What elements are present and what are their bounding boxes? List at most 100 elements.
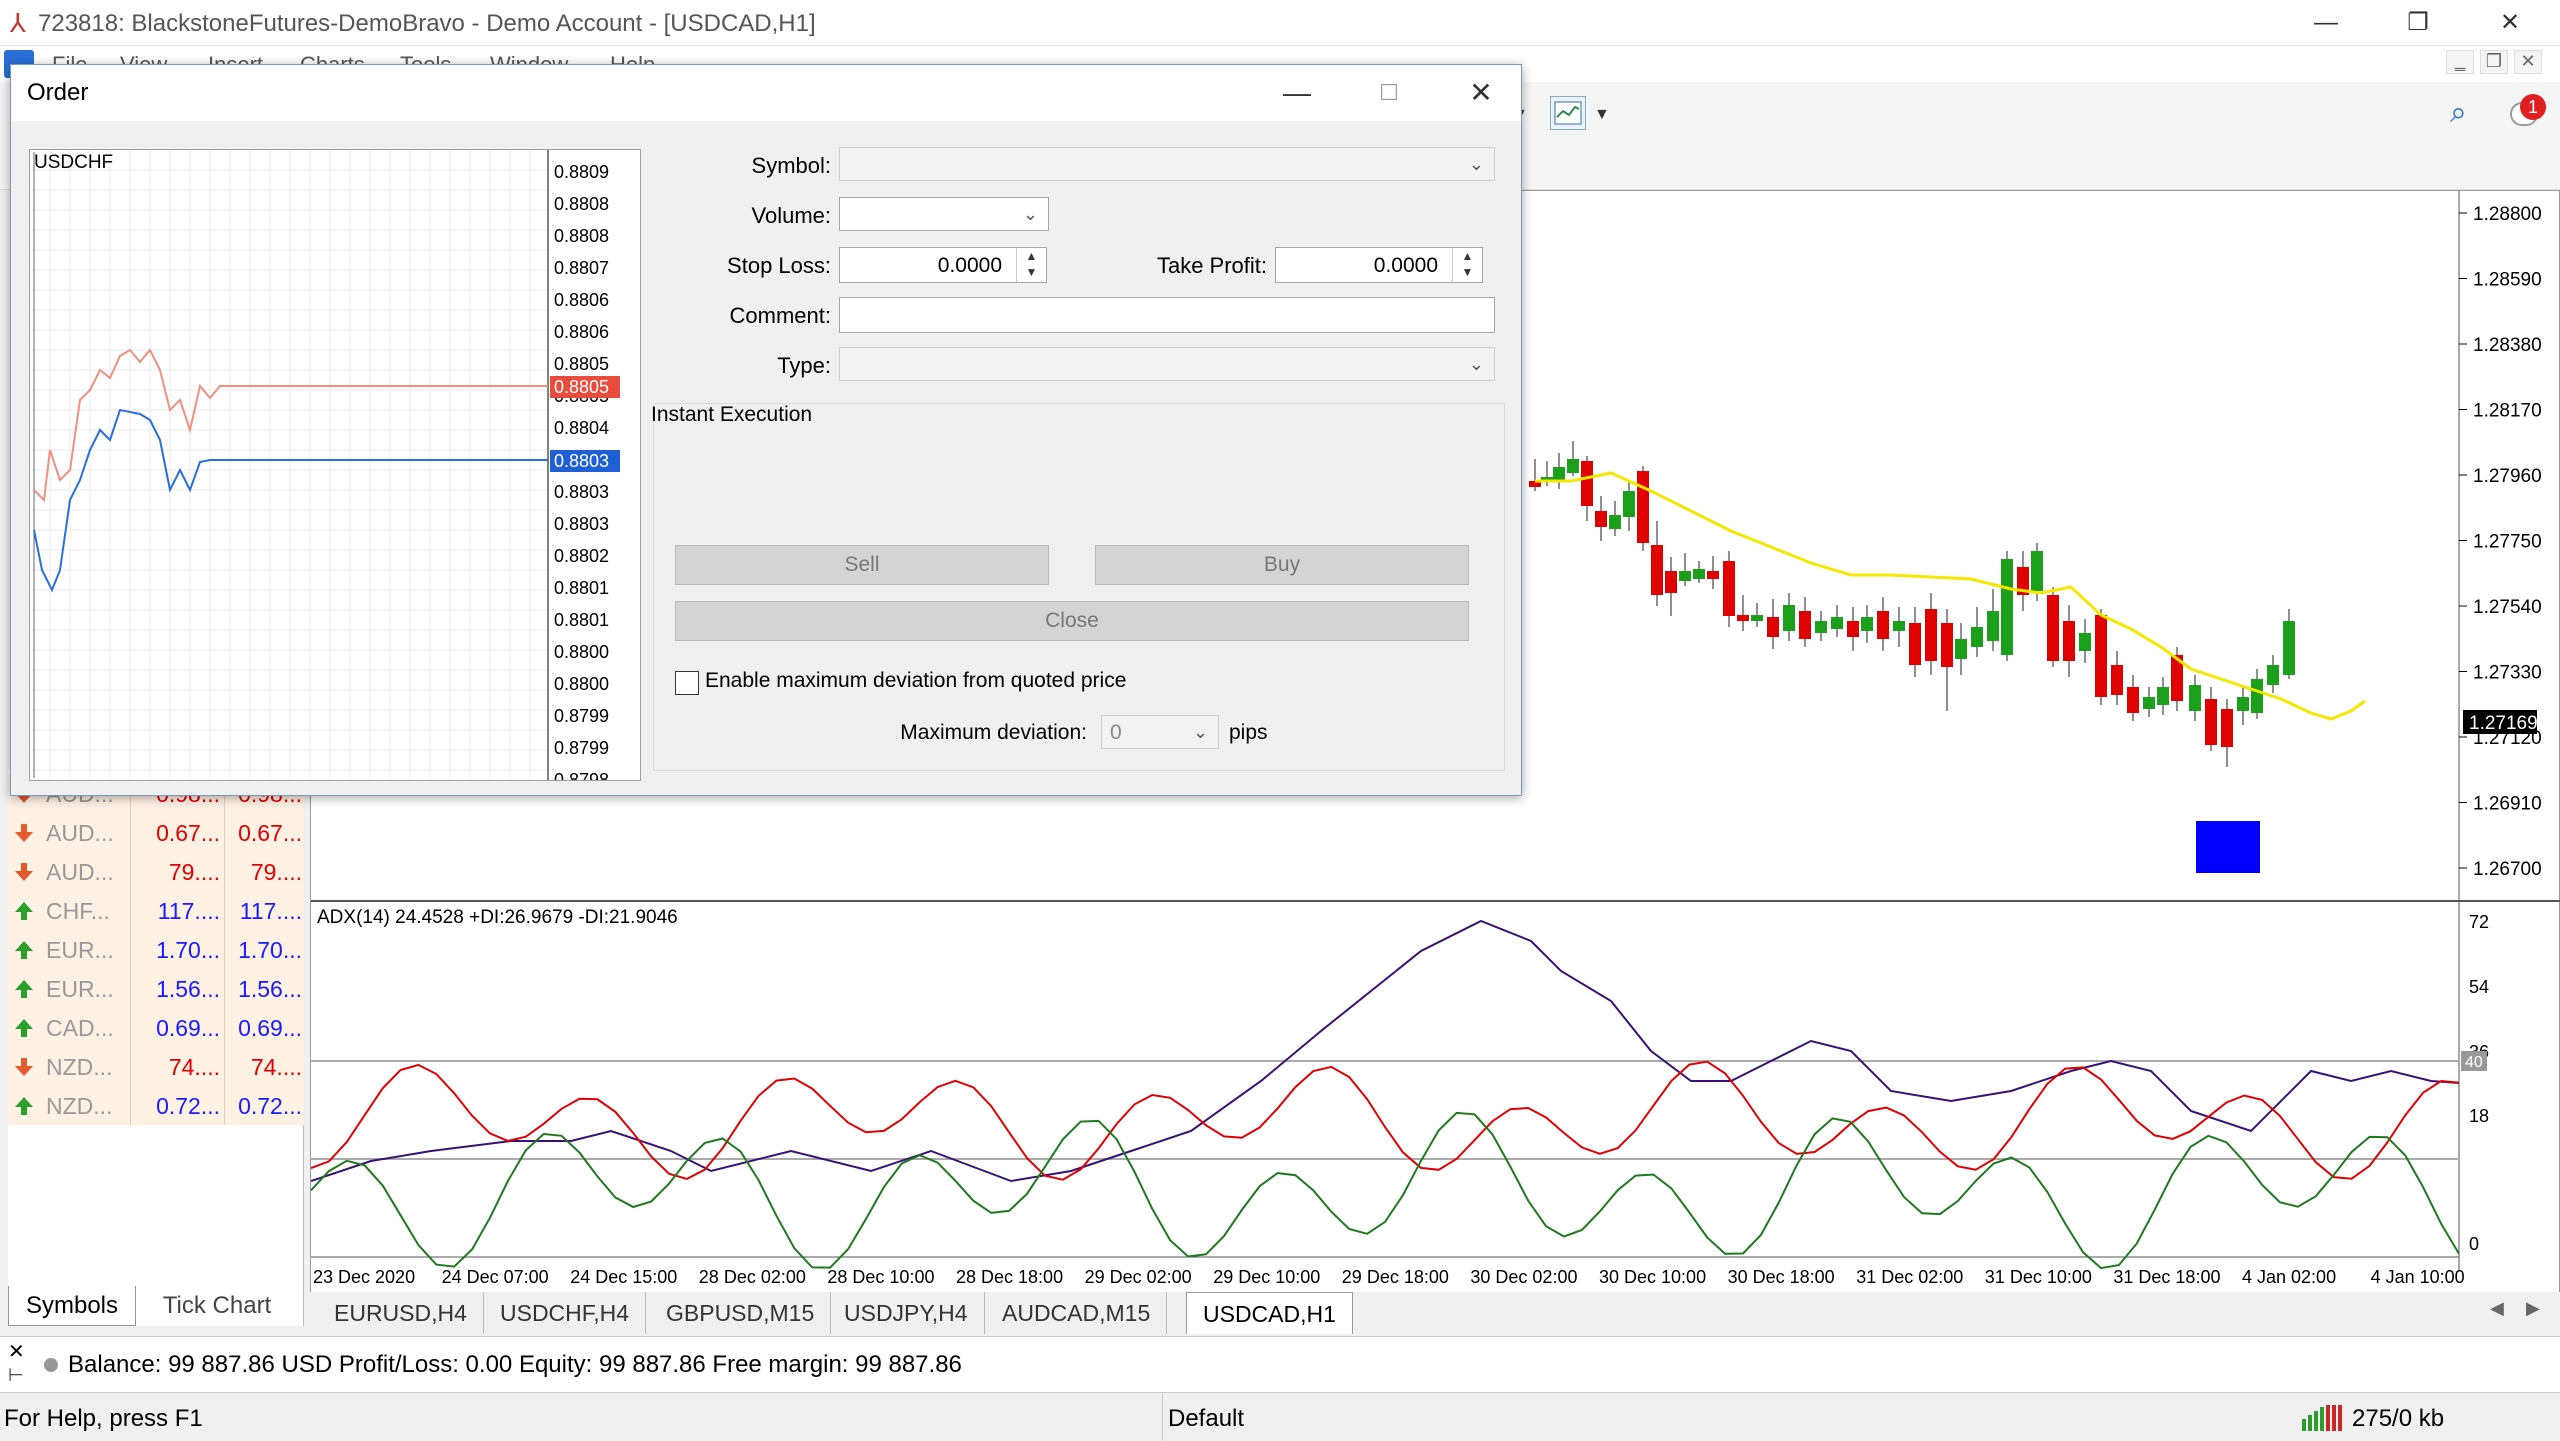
tick-price-label: 0.8801 xyxy=(554,578,609,598)
maximize-button[interactable]: ❐ xyxy=(2390,6,2446,40)
chevron-down-icon: ⌄ xyxy=(1022,204,1038,224)
candle-body xyxy=(1637,471,1649,543)
candle-body xyxy=(2251,679,2263,713)
type-label: Type: xyxy=(777,353,831,378)
minimize-button[interactable]: — xyxy=(2298,6,2354,40)
mdi-restore-button[interactable]: ❐ xyxy=(2480,50,2508,74)
price-axis-label: 1.26700 xyxy=(2473,859,2542,880)
candle xyxy=(2017,551,2029,611)
take-profit-input[interactable]: 0.0000 ▲ ▼ xyxy=(1275,247,1483,283)
arrow-up-icon xyxy=(15,1097,33,1115)
sell-button[interactable]: Sell xyxy=(675,545,1049,585)
chart-tab-usdchf-h4[interactable]: USDCHF,H4 xyxy=(484,1292,647,1334)
market-watch-panel: AUD...0.98...0.98...AUD...0.67...0.67...… xyxy=(8,770,304,1326)
candle xyxy=(1567,441,1579,476)
candle-body xyxy=(1909,623,1921,665)
candle xyxy=(2237,685,2249,725)
tabs-scroll-left-icon[interactable]: ◀ xyxy=(2490,1298,2504,1319)
profile-name[interactable]: Default xyxy=(1168,1405,1244,1433)
symbol-select[interactable]: ⌄ xyxy=(839,147,1495,181)
candle-body xyxy=(1893,621,1905,631)
price-axis-label: 1.27960 xyxy=(2473,466,2542,487)
tab-symbols[interactable]: Symbols xyxy=(8,1286,136,1326)
candle xyxy=(1623,481,1635,531)
candle xyxy=(1637,466,1649,551)
candle-body xyxy=(1925,609,1937,661)
mdi-close-button[interactable]: ✕ xyxy=(2514,50,2542,74)
volume-input[interactable]: ⌄ xyxy=(839,197,1049,231)
candle-body xyxy=(1595,511,1607,527)
candle-body xyxy=(1567,459,1579,473)
candle xyxy=(1723,551,1735,627)
chart-tab-audcad-m15[interactable]: AUDCAD,M15 xyxy=(986,1292,1168,1334)
symbol-name: EUR... xyxy=(46,976,114,1002)
max-deviation-input[interactable]: 0 ⌄ xyxy=(1101,715,1219,749)
stop-loss-input[interactable]: 0.0000 ▲ ▼ xyxy=(839,247,1047,283)
ask-price: 1.70... xyxy=(238,937,302,963)
chevron-down-icon: ⌄ xyxy=(1468,354,1484,374)
bid-price-label: 0.8803 xyxy=(554,451,609,471)
close-order-button[interactable]: Close xyxy=(675,601,1469,641)
type-select[interactable]: ⌄ xyxy=(839,347,1495,381)
window-titlebar: ⅄ 723818: BlackstoneFutures-DemoBravo - … xyxy=(0,0,2560,46)
candle-body xyxy=(2031,551,2043,591)
tick-price-label: 0.8806 xyxy=(554,290,609,310)
dialog-close-button[interactable]: ✕ xyxy=(1451,71,1511,115)
candle xyxy=(1767,599,1779,649)
chart-tab-usdjpy-h4[interactable]: USDJPY,H4 xyxy=(828,1292,985,1334)
candle xyxy=(1553,453,1565,489)
candle-body xyxy=(1693,569,1705,579)
tick-price-label: 0.8803 xyxy=(554,514,609,534)
take-profit-spinner[interactable]: ▲ ▼ xyxy=(1452,248,1482,282)
indicators-dropdown-icon[interactable]: ▼ xyxy=(1594,106,1610,124)
list-item[interactable]: CAD... 0.69... 0.69... xyxy=(8,1008,304,1047)
symbol-name: NZD... xyxy=(46,1054,113,1080)
arrow-up-icon xyxy=(15,902,33,920)
notifications-icon[interactable]: 1 xyxy=(2504,94,2546,134)
arrow-up-icon xyxy=(15,1019,33,1037)
chevron-down-icon: ⌄ xyxy=(1192,722,1208,742)
ask-price: 1.56... xyxy=(238,976,302,1002)
time-axis-label: 30 Dec 10:00 xyxy=(1599,1267,1706,1287)
terminal-close-button[interactable]: ✕ xyxy=(8,1339,25,1364)
indicators-icon[interactable] xyxy=(1550,96,1586,130)
tabs-scroll-right-icon[interactable]: ▶ xyxy=(2526,1298,2540,1319)
time-axis-label: 29 Dec 18:00 xyxy=(1342,1267,1449,1287)
list-item[interactable]: CHF... 117.... 117.... xyxy=(8,891,304,930)
comment-input[interactable] xyxy=(839,297,1495,333)
list-item[interactable]: AUD... 0.67... 0.67... xyxy=(8,813,304,852)
chart-tab-gbpusd-m15[interactable]: GBPUSD,M15 xyxy=(650,1292,832,1334)
candle-body xyxy=(2267,665,2279,685)
chart-tab-usdcad-h1[interactable]: USDCAD,H1 xyxy=(1186,1292,1353,1334)
arrow-down-icon xyxy=(15,1058,33,1076)
account-status-icon xyxy=(44,1358,58,1372)
tab-tick-chart[interactable]: Tick Chart xyxy=(142,1286,292,1326)
max-deviation-checkbox[interactable] xyxy=(675,671,699,695)
list-item[interactable]: EUR... 1.70... 1.70... xyxy=(8,930,304,969)
candle xyxy=(1831,605,1843,637)
dialog-maximize-button[interactable]: ☐ xyxy=(1359,71,1419,115)
candle-body xyxy=(2283,621,2295,675)
candle-body xyxy=(2127,687,2139,713)
candle-body xyxy=(1847,621,1859,637)
candle xyxy=(1529,459,1541,491)
time-axis-label: 4 Jan 10:00 xyxy=(2371,1267,2465,1287)
search-icon[interactable]: ⌕ xyxy=(2450,96,2467,130)
tick-chart: 0.8809 0.8808 0.8808 0.8807 0.8806 0.8806 0.88… xyxy=(29,149,641,790)
candle xyxy=(1651,521,1663,606)
app-logo-icon: ⅄ xyxy=(10,8,26,38)
terminal-pin-icon[interactable]: ⊢ xyxy=(8,1365,24,1386)
bid-price: 79.... xyxy=(168,859,220,885)
list-item[interactable]: NZD... 74.... 74.... xyxy=(8,1047,304,1086)
chart-tab-eurusd-h4[interactable]: EURUSD,H4 xyxy=(318,1292,484,1334)
stop-loss-spinner[interactable]: ▲ ▼ xyxy=(1016,248,1046,282)
tick-price-label: 0.8803 xyxy=(554,482,609,502)
list-item[interactable]: NZD... 0.72... 0.72... xyxy=(8,1086,304,1125)
arrow-down-icon xyxy=(15,824,33,842)
list-item[interactable]: AUD... 79.... 79.... xyxy=(8,852,304,891)
buy-button[interactable]: Buy xyxy=(1095,545,1469,585)
dialog-minimize-button[interactable]: — xyxy=(1267,71,1327,115)
mdi-minimize-button[interactable]: ‗ xyxy=(2446,50,2474,74)
list-item[interactable]: EUR... 1.56... 1.56... xyxy=(8,969,304,1008)
close-window-button[interactable]: ✕ xyxy=(2482,6,2538,40)
